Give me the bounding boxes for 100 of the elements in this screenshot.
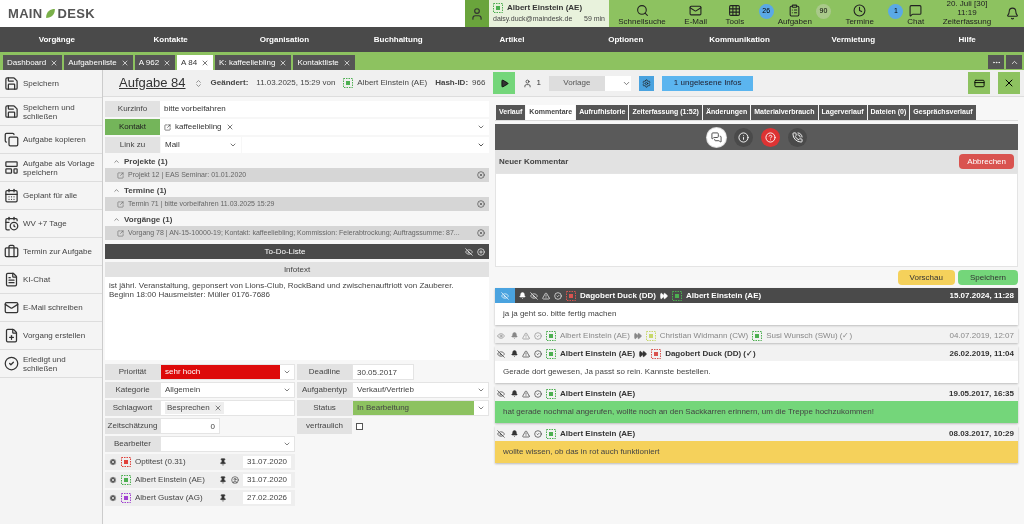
- date-field[interactable]: 31.07.2020: [243, 456, 291, 468]
- toolbar-button[interactable]: 20. Juli [30] 11:19 Zeiterfassung: [938, 0, 996, 27]
- nav-menu-item[interactable]: Optionen: [568, 33, 683, 46]
- sidebar-action[interactable]: Aufgabe als Vorlage speichern: [0, 154, 102, 182]
- check-circle-icon[interactable]: [534, 331, 542, 340]
- bell-icon[interactable]: [1005, 7, 1019, 20]
- remove-icon[interactable]: [477, 200, 485, 208]
- text-field[interactable]: bitte vorbeifahren: [160, 101, 489, 117]
- document-tab[interactable]: A 962: [134, 55, 176, 70]
- check-circle-icon[interactable]: [534, 349, 542, 358]
- preview-button[interactable]: Vorschau: [897, 270, 955, 285]
- pin-icon[interactable]: [219, 494, 227, 502]
- nav-menu-item[interactable]: Buchhaltung: [341, 33, 456, 46]
- nav-menu-item[interactable]: Organisation: [227, 33, 342, 46]
- select-field[interactable]: [160, 436, 295, 452]
- close-icon[interactable]: [279, 58, 288, 67]
- collapse-button[interactable]: [1006, 55, 1022, 69]
- bell-icon[interactable]: [511, 390, 518, 397]
- close-icon[interactable]: [201, 58, 210, 67]
- comment-field[interactable]: [495, 173, 1018, 267]
- nav-menu-item[interactable]: Vorgänge: [0, 33, 114, 46]
- sidebar-action[interactable]: KI-Chat: [0, 266, 102, 294]
- mode-button[interactable]: [733, 127, 753, 147]
- bell-icon[interactable]: [511, 350, 518, 357]
- warning-icon[interactable]: [522, 349, 530, 358]
- pin-icon[interactable]: [219, 476, 227, 484]
- number-field[interactable]: 0: [160, 418, 220, 434]
- section-header[interactable]: Vorgänge (1): [105, 213, 489, 226]
- close-icon[interactable]: [342, 58, 351, 67]
- sidebar-action[interactable]: Erledigt und schließen: [0, 350, 102, 378]
- document-tab[interactable]: Kontaktliste: [293, 55, 355, 70]
- close-icon[interactable]: [50, 58, 59, 67]
- nav-menu-item[interactable]: Vermietung: [796, 33, 911, 46]
- sidebar-action[interactable]: Speichern und schließen: [0, 98, 102, 126]
- document-tab[interactable]: Dashboard: [3, 55, 63, 70]
- mode-button[interactable]: [760, 127, 780, 147]
- nav-menu-item[interactable]: Artikel: [455, 33, 569, 46]
- warning-icon[interactable]: [522, 389, 530, 398]
- date-field[interactable]: 27.02.2026: [243, 492, 291, 504]
- select-field[interactable]: Mail: [161, 137, 241, 153]
- toolbar-button[interactable]: Termine: [841, 0, 878, 27]
- sort-icon[interactable]: [193, 78, 203, 88]
- link-icon[interactable]: [164, 123, 171, 131]
- template-select[interactable]: Vorlage: [548, 75, 631, 91]
- hide-icon[interactable]: [465, 247, 473, 256]
- sidebar-action[interactable]: WV +7 Tage: [0, 210, 102, 238]
- document-tab[interactable]: Aufgabenliste: [64, 55, 133, 70]
- mode-button[interactable]: [787, 127, 807, 147]
- remove-icon[interactable]: [213, 404, 222, 412]
- toolbar-button[interactable]: Aufgaben: [773, 0, 816, 27]
- select-field[interactable]: Allgemein: [160, 382, 295, 398]
- warning-icon[interactable]: [522, 429, 530, 438]
- remove-icon[interactable]: [477, 229, 485, 237]
- sidebar-action[interactable]: Termin zur Aufgabe: [0, 238, 102, 266]
- card-button[interactable]: [968, 72, 990, 94]
- add-icon[interactable]: [477, 247, 485, 256]
- sidebar-action[interactable]: Speichern: [0, 70, 102, 98]
- document-tab[interactable]: A 84: [177, 55, 214, 70]
- contact-field[interactable]: kaffeeliebling: [160, 119, 489, 135]
- section-header[interactable]: Projekte (1): [105, 155, 489, 168]
- eye-off-icon[interactable]: [497, 349, 505, 358]
- date-field[interactable]: 31.07.2020: [243, 474, 291, 486]
- save-button[interactable]: Speichern: [957, 270, 1018, 285]
- select-field[interactable]: sehr hoch: [160, 364, 295, 380]
- close-icon[interactable]: [120, 58, 129, 67]
- select-field[interactable]: [242, 137, 489, 153]
- toolbar-button[interactable]: Tools: [721, 0, 749, 27]
- select-field[interactable]: Verkauf/Vertrieb: [352, 382, 489, 398]
- remove-icon[interactable]: [225, 123, 234, 131]
- sidebar-action[interactable]: E-Mail schreiben: [0, 294, 102, 322]
- nav-menu-item[interactable]: Hilfe: [910, 33, 1024, 46]
- text-area[interactable]: ist jährl. Veranstaltung, geponsert von Lions-Club, RockBand und zwischenauftriott von Zauberer. Beginn 18:00 Hausmeister: Müller 0176-7686: [105, 277, 489, 360]
- check-circle-icon[interactable]: [534, 389, 542, 398]
- play-button[interactable]: [493, 72, 516, 94]
- todo-bar[interactable]: To-Do-Liste: [105, 244, 489, 259]
- date-field[interactable]: 30.05.2017: [352, 364, 414, 380]
- section-header[interactable]: Termine (1): [105, 184, 489, 197]
- toolbar-button[interactable]: Schnellsuche: [614, 0, 670, 27]
- user-icon[interactable]: [470, 6, 484, 21]
- remove-icon[interactable]: [477, 171, 485, 179]
- cancel-button[interactable]: Abbrechen: [959, 154, 1014, 169]
- eye-off-icon[interactable]: [497, 389, 505, 398]
- mode-button[interactable]: [706, 127, 726, 147]
- check-circle-icon[interactable]: [534, 429, 542, 438]
- close-button[interactable]: [998, 72, 1020, 94]
- pin-icon[interactable]: [219, 458, 227, 466]
- infos-button[interactable]: 1 ungelesene Infos: [661, 75, 754, 91]
- bell-icon[interactable]: [511, 430, 518, 437]
- nav-menu-item[interactable]: Kontakte: [113, 33, 228, 46]
- toolbar-button[interactable]: Chat: [903, 0, 929, 27]
- select-field[interactable]: In Bearbeitung: [352, 400, 489, 416]
- sidebar-action[interactable]: Geplant für alle: [0, 182, 102, 210]
- toolbar-button[interactable]: E-Mail: [680, 0, 711, 27]
- settings-button[interactable]: [638, 75, 654, 91]
- sidebar-action[interactable]: Aufgabe kopieren: [0, 126, 102, 154]
- user-circle-icon[interactable]: [231, 476, 239, 484]
- sidebar-action[interactable]: Vorgang erstellen: [0, 322, 102, 350]
- tag-field[interactable]: Besprechen: [160, 400, 295, 416]
- eye-off-icon[interactable]: [497, 429, 505, 438]
- close-icon[interactable]: [163, 58, 172, 67]
